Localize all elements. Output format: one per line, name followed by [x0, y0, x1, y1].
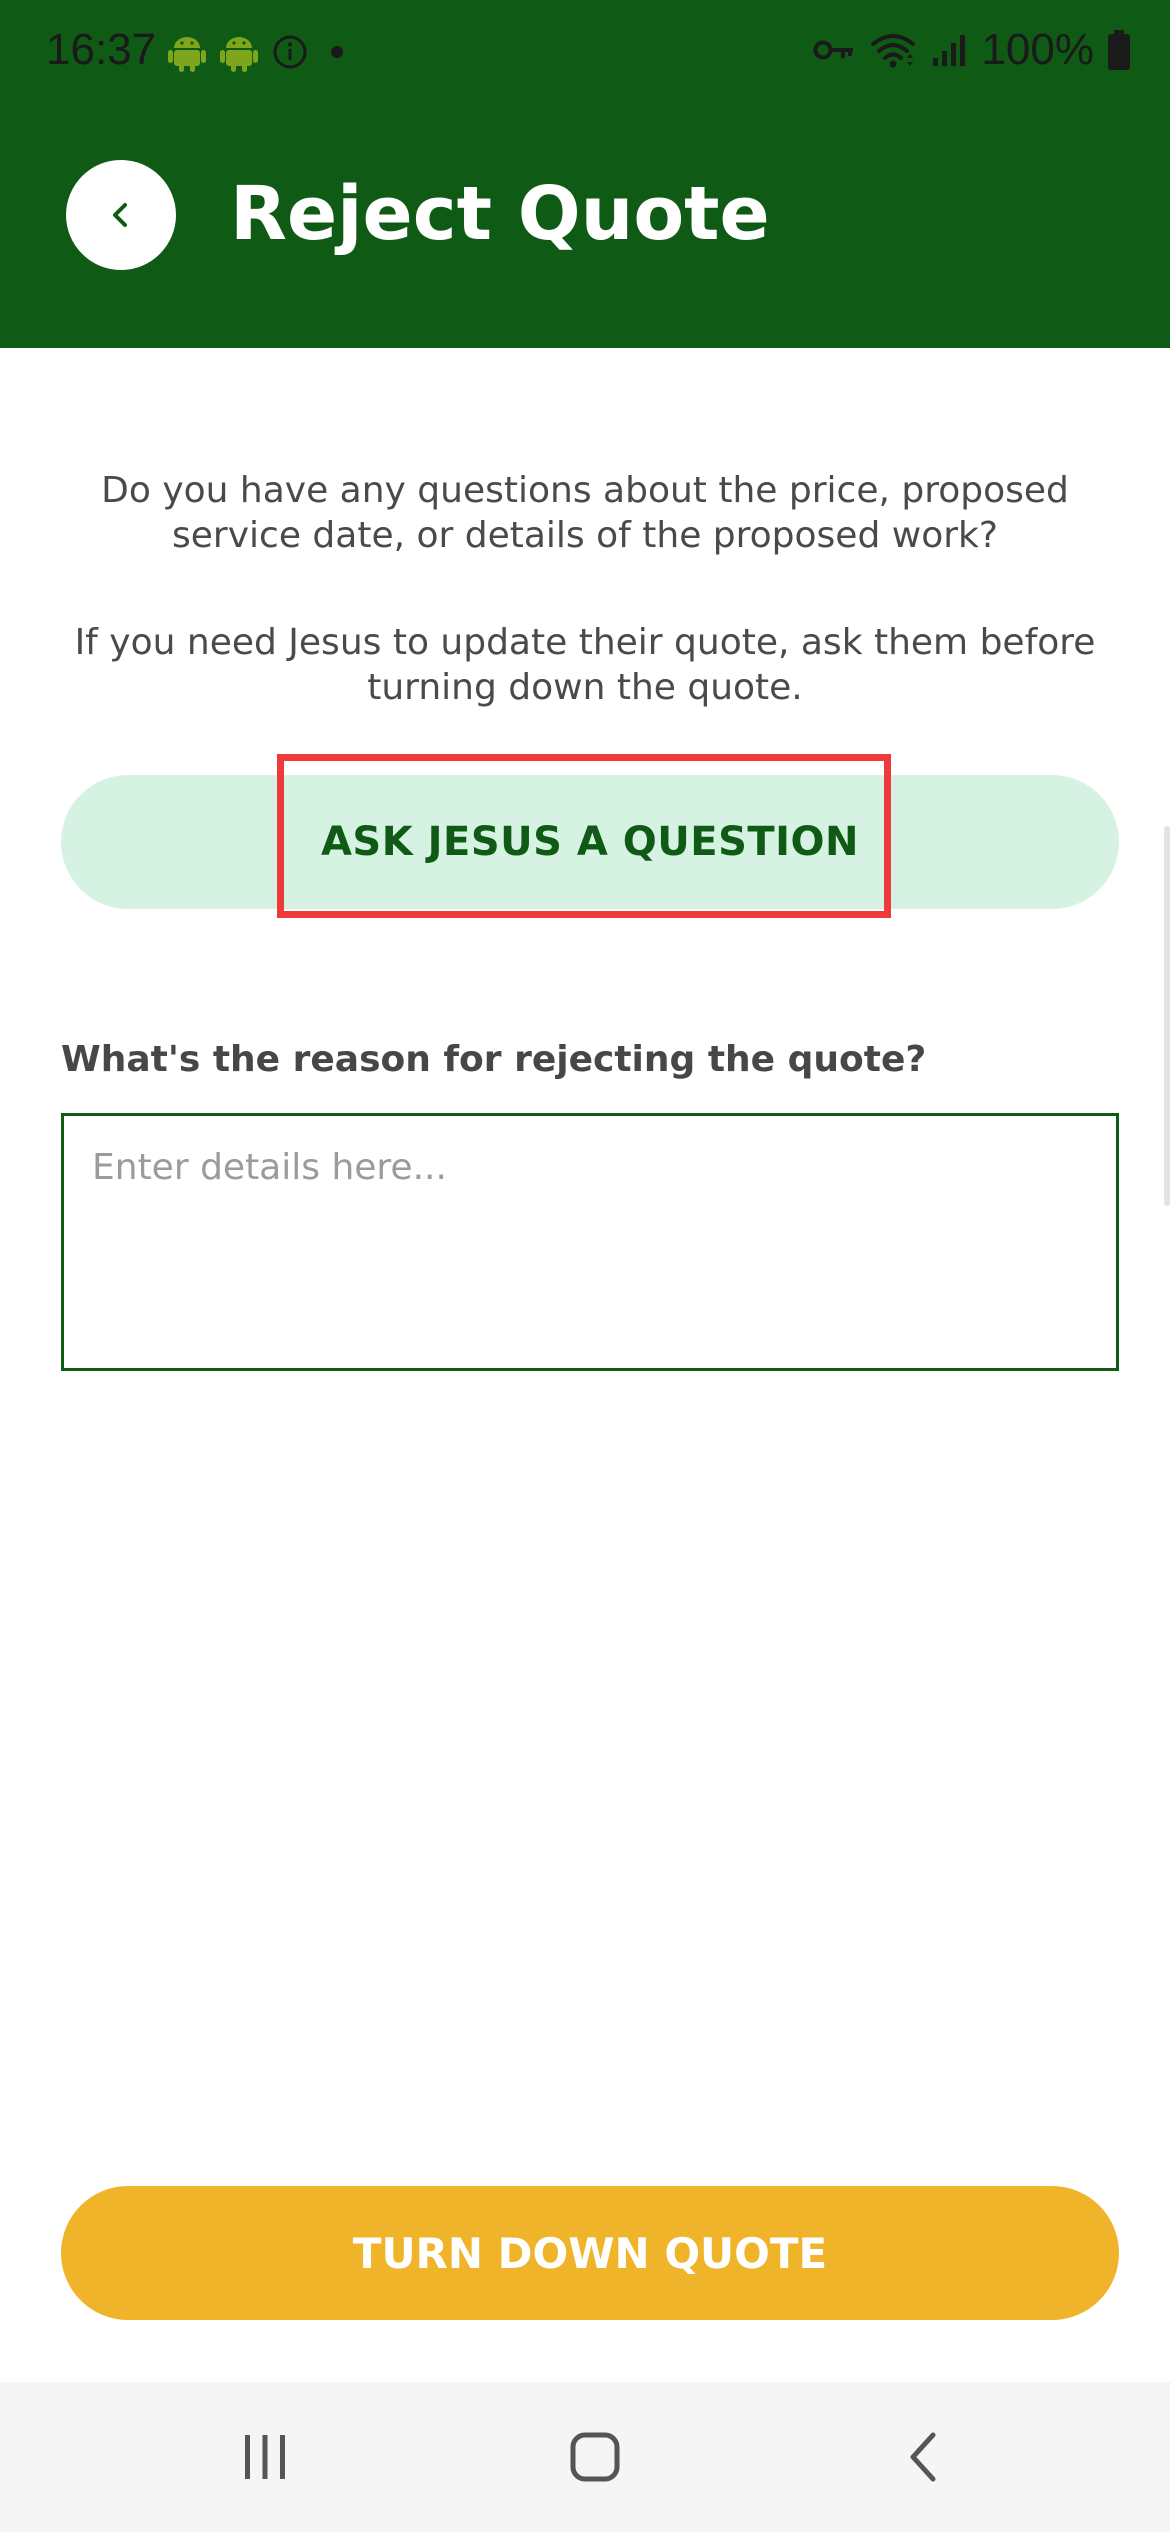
app-header: 16:37 100% Reject Quote: [0, 0, 1170, 348]
intro-text: Do you have any questions about the pric…: [101, 470, 1069, 556]
status-left-icons: [168, 30, 352, 74]
home-icon: [570, 2432, 620, 2482]
status-bar: 16:37 100%: [0, 0, 1170, 100]
status-right-icons: 100%: [813, 22, 1130, 78]
recent-apps-button[interactable]: [205, 2412, 325, 2502]
scroll-indicator: [1164, 826, 1170, 1206]
recent-apps-icon: [245, 2435, 285, 2479]
update-quote-text: If you need Jesus to update their quote,…: [74, 622, 1096, 708]
android-icon: [168, 37, 206, 72]
ask-question-button[interactable]: ASK JESUS A QUESTION: [61, 775, 1119, 909]
reason-input[interactable]: [61, 1113, 1119, 1371]
nav-back-button[interactable]: [865, 2412, 985, 2502]
android-icon: [220, 37, 258, 72]
turn-down-quote-button[interactable]: TURN DOWN QUOTE: [61, 2186, 1119, 2320]
info-icon: [273, 35, 307, 69]
dot-icon: [331, 46, 343, 58]
signal-icon: [933, 35, 966, 66]
turn-down-quote-label: TURN DOWN QUOTE: [352, 2228, 828, 2278]
battery-icon: [1108, 30, 1130, 70]
status-time: 16:37: [46, 25, 157, 74]
wifi-icon: [871, 34, 916, 68]
ask-question-label: ASK JESUS A QUESTION: [320, 819, 860, 865]
back-icon: [910, 2432, 936, 2482]
main-content: Do you have any questions about the pric…: [0, 348, 1170, 2382]
chevron-left-icon: [113, 203, 127, 227]
reason-label: What's the reason for rejecting the quot…: [61, 1039, 927, 1080]
vpn-key-icon: [813, 40, 854, 60]
back-button[interactable]: [66, 160, 176, 270]
home-button[interactable]: [535, 2412, 655, 2502]
page-title: Reject Quote: [230, 171, 770, 257]
system-nav-bar: [0, 2382, 1170, 2532]
battery-percentage: 100%: [981, 25, 1094, 74]
